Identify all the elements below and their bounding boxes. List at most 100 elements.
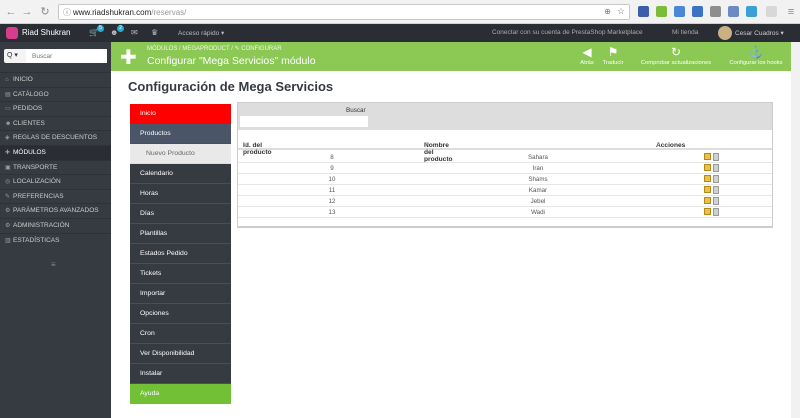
back-button[interactable]: ◀ Atrás <box>575 45 599 67</box>
module-menu-calendario[interactable]: Calendario <box>130 164 231 184</box>
module-menu-productos[interactable]: Productos <box>130 124 231 144</box>
quick-access-menu[interactable]: Acceso rápido ▾ <box>178 29 224 37</box>
module-menu-tickets[interactable]: Tickets <box>130 264 231 284</box>
user-menu[interactable]: Cesar Cuadros ▾ <box>735 29 784 37</box>
prestashop-logo-icon[interactable] <box>6 27 18 39</box>
back-icon[interactable]: ← <box>4 5 18 19</box>
module-menu-importar[interactable]: Importar <box>130 284 231 304</box>
delete-icon[interactable] <box>713 186 719 194</box>
sort-icon[interactable]: ⇕ <box>424 142 429 148</box>
module-menu-opciones[interactable]: Opciones <box>130 304 231 324</box>
module-menu-cron[interactable]: Cron <box>130 324 231 344</box>
edit-icon[interactable] <box>704 153 711 160</box>
address-bar[interactable]: ⓘ www.riadshukran.com/reservas/ ⊕ ☆ <box>58 4 630 20</box>
module-menu-nuevo-producto[interactable]: Nuevo Producto <box>130 144 231 164</box>
edit-icon[interactable] <box>704 164 711 171</box>
translate-button[interactable]: ⚑ Traducir <box>600 45 626 67</box>
table-row[interactable]: 11 Kamar <box>238 185 772 196</box>
extension-shield-icon[interactable] <box>674 6 685 17</box>
edit-icon[interactable] <box>704 175 711 182</box>
module-menu-horas[interactable]: Horas <box>130 184 231 204</box>
sidebar-item-transporte[interactable]: ▣ TRANSPORTE <box>0 159 111 175</box>
sidebar-item-preferencias[interactable]: ✎ PREFERENCIAS <box>0 188 111 204</box>
module-menu-instalar[interactable]: Instalar <box>130 364 231 384</box>
product-search-field[interactable] <box>240 116 368 127</box>
orders-icon: ▭ <box>5 106 11 113</box>
extension-w3c-icon[interactable] <box>728 6 739 17</box>
module-menu-dias[interactable]: Días <box>130 204 231 224</box>
customers-badge: 2 <box>117 25 124 32</box>
extension-translate-icon[interactable] <box>746 6 757 17</box>
product-id: 9 <box>330 165 334 172</box>
url-text: www.riadshukran.com/reservas/ <box>73 8 186 17</box>
back-arrow-icon: ◀ <box>582 45 592 59</box>
marketplace-connect-link[interactable]: Conectar con su cuenta de PrestaShop Mar… <box>492 29 643 36</box>
extension-pen-icon[interactable] <box>638 6 649 17</box>
search-type-button[interactable]: Q ▾ <box>4 49 26 63</box>
browser-menu-icon[interactable]: ≡ <box>784 5 798 19</box>
delete-icon[interactable] <box>713 197 719 205</box>
sidebar-item-label: ADMINISTRACIÓN <box>13 221 70 229</box>
sort-icon[interactable]: ⇕ <box>656 142 661 148</box>
module-menu-ver-disponibilidad[interactable]: Ver Disponibilidad <box>130 344 231 364</box>
sidebar-item-administracion[interactable]: ⚙ ADMINISTRACIÓN <box>0 217 111 233</box>
delete-icon[interactable] <box>713 153 719 161</box>
delete-icon[interactable] <box>713 164 719 172</box>
edit-icon[interactable] <box>704 186 711 193</box>
extension-gray-icon[interactable] <box>710 6 721 17</box>
module-menu-ayuda[interactable]: Ayuda <box>130 384 231 404</box>
sidebar-item-label: PREFERENCIAS <box>13 192 64 200</box>
modules-icon: ✚ <box>5 149 11 156</box>
table-row[interactable]: 9 Iran <box>238 163 772 174</box>
product-name: Kamar <box>528 187 548 194</box>
gear-icon: ⚙ <box>5 222 11 229</box>
check-updates-button[interactable]: ↻ Comprobar actualizaciones <box>633 45 719 67</box>
reload-icon[interactable]: ↻ <box>38 5 52 19</box>
sidebar-item-parametros-avanzados[interactable]: ⚙ PARÁMETROS AVANZADOS <box>0 203 111 218</box>
edit-icon[interactable] <box>704 208 711 215</box>
table-row[interactable]: 8 Sahara <box>238 152 772 163</box>
sidebar-item-inicio[interactable]: ⌂ INICIO <box>0 72 111 87</box>
admin-header: Riad Shukran 🛒 5 ☻ 2 ✉ ♛ Acceso rápido ▾… <box>0 24 800 42</box>
sidebar-item-pedidos[interactable]: ▭ PEDIDOS <box>0 101 111 116</box>
product-name: Sahara <box>528 154 548 161</box>
sidebar-item-clientes[interactable]: ☻ CLIENTES <box>0 115 111 131</box>
bookmark-star-icon[interactable]: ☆ <box>617 6 625 17</box>
products-panel: Buscar Id. del producto ▲ Nombre del pro… <box>237 102 773 228</box>
sidebar-item-localizacion[interactable]: ◎ LOCALIZACIÓN <box>0 174 111 189</box>
table-row[interactable]: 10 Shams <box>238 174 772 185</box>
forward-icon[interactable]: → <box>20 5 34 19</box>
sidebar-collapse-icon[interactable]: ≡ <box>51 260 56 269</box>
avatar[interactable] <box>718 26 732 40</box>
sidebar-item-modulos[interactable]: ✚ MÓDULOS <box>0 144 111 160</box>
table-row[interactable]: 12 Jebel <box>238 196 772 207</box>
sidebar-item-catalogo[interactable]: ▤ CATÁLOGO <box>0 86 111 102</box>
table-row[interactable]: 13 Wadi <box>238 207 772 218</box>
trophy-icon[interactable]: ♛ <box>151 28 158 37</box>
shop-name[interactable]: Riad Shukran <box>22 28 70 37</box>
module-menu-plantillas[interactable]: Plantillas <box>130 224 231 244</box>
extension-android-icon[interactable] <box>656 6 667 17</box>
my-store-link[interactable]: Mi tienda <box>672 29 698 36</box>
extension-card-icon[interactable] <box>692 6 703 17</box>
page-toolbar: ✚ MÓDULOS / MEGAPRODUCT / ✎ CONFIGURAR C… <box>111 42 800 71</box>
sidebar-item-estadisticas[interactable]: ▥ ESTADÍSTICAS <box>0 232 111 248</box>
delete-icon[interactable] <box>713 208 719 216</box>
module-menu-estados-pedido[interactable]: Estados Pedido <box>130 244 231 264</box>
breadcrumb[interactable]: MÓDULOS / MEGAPRODUCT / ✎ CONFIGURAR <box>147 45 282 52</box>
configure-hooks-button[interactable]: ⚓ Configurar los hooks <box>721 45 791 67</box>
extension-az-icon[interactable] <box>766 6 777 17</box>
module-menu-inicio[interactable]: Inicio <box>130 104 231 124</box>
globe-icon: ◎ <box>5 179 11 186</box>
page-scrollbar[interactable] <box>791 42 800 418</box>
edit-icon[interactable] <box>704 197 711 204</box>
sidebar-item-reglas-descuentos[interactable]: ◈ REGLAS DE DESCUENTOS <box>0 130 111 145</box>
sort-icon[interactable]: ▲ <box>243 142 248 148</box>
page-info-icon[interactable]: ⓘ <box>63 7 71 18</box>
product-name: Iran <box>532 165 544 172</box>
messages-icon[interactable]: ✉ <box>131 28 138 37</box>
zoom-icon[interactable]: ⊕ <box>604 7 611 16</box>
delete-icon[interactable] <box>713 175 719 183</box>
table-header: Id. del producto ▲ Nombre del producto ⇕… <box>238 136 772 163</box>
search-input[interactable] <box>26 49 107 63</box>
